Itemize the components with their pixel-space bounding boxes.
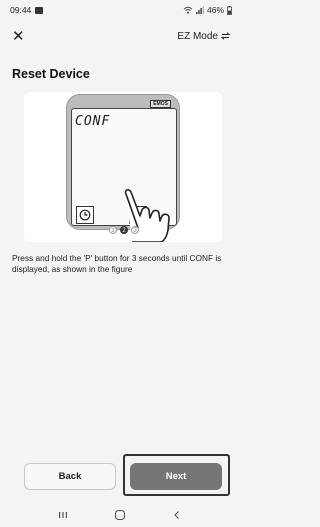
step-dot-3: 3: [131, 226, 139, 234]
back-button[interactable]: Back: [24, 463, 116, 490]
home-icon: [114, 509, 126, 521]
recent-apps-icon: [59, 512, 68, 518]
battery-percent: 46%: [206, 5, 224, 15]
display-text: CONF: [75, 114, 111, 129]
step-dot-2: 2: [120, 226, 128, 234]
step-indicator: 1 2 3: [109, 226, 139, 234]
status-time: 09:44: [10, 5, 32, 15]
recent-apps-button[interactable]: [55, 507, 71, 523]
instruction-figure: EMOS CONF 1 2 3: [24, 92, 222, 242]
step-dot-1: 1: [109, 226, 117, 234]
wifi-icon: [183, 6, 193, 14]
gallery-icon: [35, 6, 44, 14]
ez-mode-switch[interactable]: EZ Mode: [177, 31, 230, 42]
ez-mode-label: EZ Mode: [177, 30, 218, 42]
back-nav-button[interactable]: [169, 507, 185, 523]
instruction-text: Press and hold the 'P' button for 3 seco…: [12, 253, 222, 274]
app-bar: ✕ EZ Mode: [0, 22, 240, 50]
brand-logo: EMOS: [150, 100, 171, 108]
swap-icon: [221, 32, 230, 40]
close-icon[interactable]: ✕: [12, 29, 25, 44]
battery-icon: [227, 5, 232, 15]
page-title: Reset Device: [12, 67, 90, 81]
clock-icon: [79, 209, 91, 221]
back-chevron-icon: [173, 511, 179, 519]
status-bar: 09:44 46%: [0, 0, 240, 20]
next-button[interactable]: Next: [130, 463, 222, 490]
signal-icon: [195, 6, 204, 14]
clock-button: [76, 206, 94, 224]
home-button[interactable]: [112, 507, 128, 523]
system-nav-bar: [0, 503, 240, 527]
